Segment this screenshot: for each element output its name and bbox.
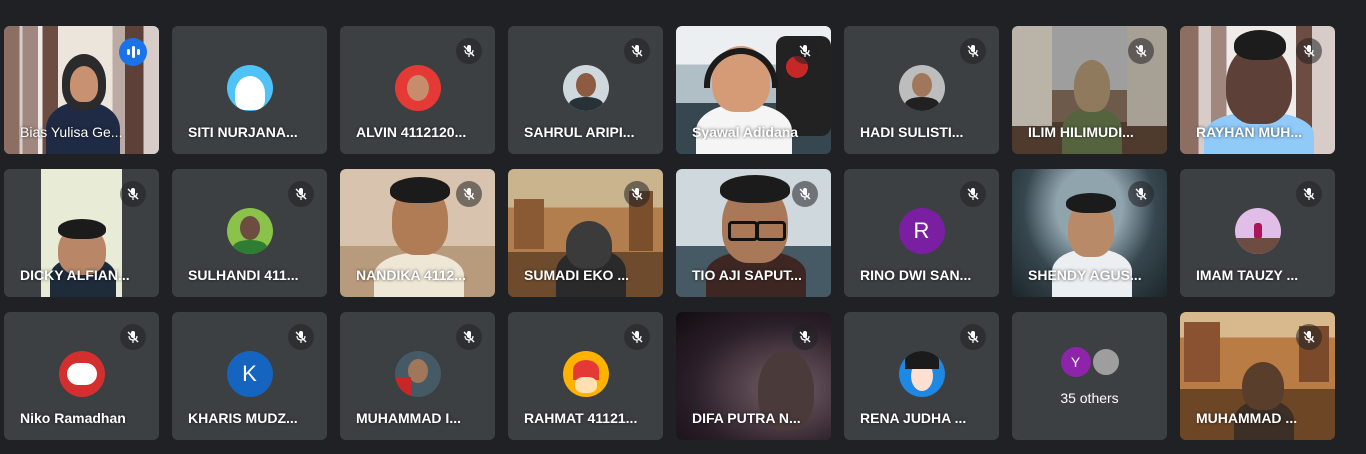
photo-avatar <box>1234 208 1281 254</box>
others-count-label: 35 others <box>1060 390 1119 406</box>
participant-tile[interactable]: RAYHAN MUH... <box>1180 26 1335 154</box>
participant-name: RAYHAN MUH... <box>1196 124 1303 140</box>
participant-tile[interactable]: SULHANDI 411... <box>172 169 327 297</box>
mic-off-icon <box>792 181 818 207</box>
participant-tile[interactable]: TIO AJI SAPUT... <box>676 169 831 297</box>
mic-off-icon <box>120 181 146 207</box>
participant-tile[interactable]: HADI SULISTI... <box>844 26 999 154</box>
participant-tile[interactable]: NANDIKA 4112... <box>340 169 495 297</box>
others-tile[interactable]: Y 35 others <box>1012 312 1167 440</box>
boy-photo-avatar <box>394 65 441 111</box>
participant-tile[interactable]: Niko Ramadhan <box>4 312 159 440</box>
participant-name: HADI SULISTI... <box>860 124 964 140</box>
participant-tile[interactable]: MUHAMMAD ... <box>1180 312 1335 440</box>
letter-avatar: R <box>898 208 945 254</box>
participant-tile[interactable]: DIFA PUTRA N... <box>676 312 831 440</box>
mic-off-icon <box>120 324 146 350</box>
participant-tile[interactable]: IMAM TAUZY ... <box>1180 169 1335 297</box>
participant-name: ALVIN 4112120... <box>356 124 467 140</box>
mic-off-icon <box>456 181 482 207</box>
woman-photo-avatar <box>898 351 945 397</box>
others-avatar-stack: Y <box>1060 347 1121 377</box>
mic-off-icon <box>288 181 314 207</box>
mic-off-icon <box>1296 181 1322 207</box>
participant-name: Syawal Adidana <box>692 124 799 140</box>
participant-name: SAHRUL ARIPI... <box>524 124 635 140</box>
participant-tile[interactable]: ALVIN 4112120... <box>340 26 495 154</box>
participant-tile[interactable]: Bias Yulisa Ge... <box>4 26 159 154</box>
mic-off-icon <box>456 324 482 350</box>
mic-off-icon <box>288 324 314 350</box>
participant-name: RINO DWI SAN... <box>860 267 972 283</box>
mic-off-icon <box>624 181 650 207</box>
mic-off-icon <box>624 324 650 350</box>
participant-tile[interactable]: SAHRUL ARIPI... <box>508 26 663 154</box>
man-photo-avatar <box>226 208 273 254</box>
mic-off-icon <box>1296 38 1322 64</box>
participant-name: Bias Yulisa Ge... <box>20 124 123 140</box>
participant-tile[interactable]: RENA JUDHA ... <box>844 312 999 440</box>
mic-off-icon <box>1128 38 1154 64</box>
mic-off-icon <box>960 324 986 350</box>
participant-name: SITI NURJANA... <box>188 124 298 140</box>
participant-tile[interactable]: DICKY ALFIAN... <box>4 169 159 297</box>
girl-hijab-avatar <box>226 65 273 111</box>
mic-off-icon <box>960 38 986 64</box>
participant-name: DIFA PUTRA N... <box>692 410 801 426</box>
letter-avatar: K <box>226 351 273 397</box>
participant-tile[interactable]: SHENDY AGUS... <box>1012 169 1167 297</box>
mic-off-icon <box>792 324 818 350</box>
mic-off-icon <box>456 38 482 64</box>
participant-name: TIO AJI SAPUT... <box>692 267 802 283</box>
anime-avatar <box>562 351 609 397</box>
participant-name: ILIM HILIMUDI... <box>1028 124 1134 140</box>
man-photo-avatar <box>562 65 609 111</box>
participant-name: MUHAMMAD ... <box>1196 410 1298 426</box>
participant-name: IMAM TAUZY ... <box>1196 267 1299 283</box>
photo-avatar <box>1090 347 1121 377</box>
participant-name: KHARIS MUDZ... <box>188 410 298 426</box>
cloud-logo-avatar <box>58 351 105 397</box>
participant-name: SUMADI EKO ... <box>524 267 630 283</box>
mic-off-icon <box>960 181 986 207</box>
mic-off-icon <box>792 38 818 64</box>
speaking-indicator-icon <box>119 38 147 66</box>
participant-name: RAHMAT 41121... <box>524 410 638 426</box>
participant-tile[interactable]: SITI NURJANA... <box>172 26 327 154</box>
participant-name: NANDIKA 4112... <box>356 267 466 283</box>
participant-tile[interactable]: K KHARIS MUDZ... <box>172 312 327 440</box>
participant-name: SULHANDI 411... <box>188 267 299 283</box>
participant-tile[interactable]: Syawal Adidana <box>676 26 831 154</box>
participant-name: SHENDY AGUS... <box>1028 267 1142 283</box>
mic-off-icon <box>1128 181 1154 207</box>
participant-tile[interactable]: RAHMAT 41121... <box>508 312 663 440</box>
participant-name: Niko Ramadhan <box>20 410 126 426</box>
participant-grid: Bias Yulisa Ge... SITI NURJANA... ALVIN … <box>4 26 1335 440</box>
participant-name: MUHAMMAD I... <box>356 410 461 426</box>
participant-tile[interactable]: ILIM HILIMUDI... <box>1012 26 1167 154</box>
man-photo-avatar <box>898 65 945 111</box>
participant-tile[interactable]: MUHAMMAD I... <box>340 312 495 440</box>
participant-name: DICKY ALFIAN... <box>20 267 130 283</box>
participant-tile[interactable]: R RINO DWI SAN... <box>844 169 999 297</box>
man-photo-avatar <box>394 351 441 397</box>
participant-name: RENA JUDHA ... <box>860 410 967 426</box>
mic-off-icon <box>1296 324 1322 350</box>
letter-avatar: Y <box>1060 347 1091 377</box>
participant-tile[interactable]: SUMADI EKO ... <box>508 169 663 297</box>
mic-off-icon <box>624 38 650 64</box>
